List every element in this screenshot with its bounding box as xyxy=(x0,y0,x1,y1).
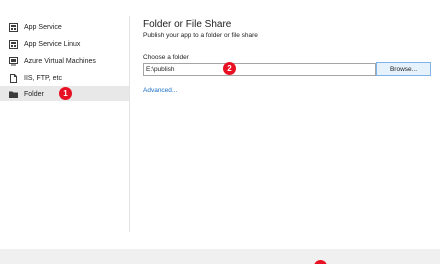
dialog-footer xyxy=(0,249,440,264)
app-service-linux-icon xyxy=(9,40,18,49)
advanced-link[interactable]: Advanced... xyxy=(143,87,177,94)
publish-window: App Service App Service Linux Azure Virt… xyxy=(0,0,440,264)
sidebar-item-label: Azure Virtual Machines xyxy=(24,58,96,65)
choose-folder-label: Choose a folder xyxy=(143,54,189,61)
sidebar-divider xyxy=(129,16,130,232)
step-badge-1: 1 xyxy=(59,87,72,100)
sidebar-item-azure-virtual-machines[interactable]: Azure Virtual Machines xyxy=(0,54,129,69)
folder-icon xyxy=(9,91,18,98)
browse-button[interactable]: Browse... xyxy=(376,62,431,76)
folder-path-input[interactable] xyxy=(143,63,376,76)
sidebar-item-app-service[interactable]: App Service xyxy=(0,20,129,35)
page-subtitle: Publish your app to a folder or file sha… xyxy=(143,32,258,39)
sidebar-item-iis-ftp[interactable]: IIS, FTP, etc xyxy=(0,71,129,86)
sidebar-item-label: Folder xyxy=(24,91,44,98)
app-service-icon xyxy=(9,23,18,32)
virtual-machine-icon xyxy=(9,57,18,66)
sidebar-item-label: IIS, FTP, etc xyxy=(24,75,62,82)
page-title: Folder or File Share xyxy=(143,19,232,30)
sidebar-item-label: App Service Linux xyxy=(24,41,81,48)
document-icon xyxy=(10,74,17,83)
sidebar-item-label: App Service xyxy=(24,24,62,31)
step-badge-2: 2 xyxy=(223,62,236,75)
step-badge-3 xyxy=(314,260,327,264)
sidebar-item-app-service-linux[interactable]: App Service Linux xyxy=(0,37,129,52)
publish-target-list: App Service App Service Linux Azure Virt… xyxy=(0,0,129,240)
